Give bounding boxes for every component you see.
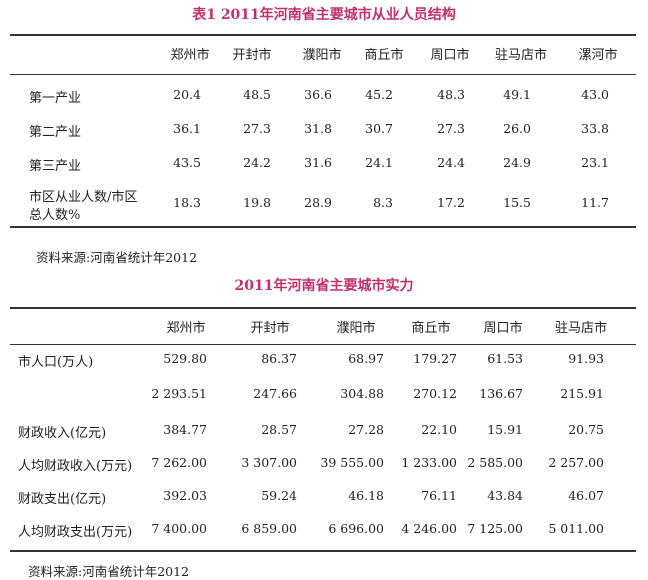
table1-row-label: 第二产业 [29, 125, 82, 140]
table1-cell: 45.2 [365, 87, 393, 102]
table1-bottom-rule [10, 226, 636, 228]
table1-cell: 27.3 [243, 121, 271, 136]
table1-cell: 20.4 [173, 87, 201, 102]
table1-cell: 26.0 [503, 121, 531, 136]
table1-row-label: 第一产业 [29, 91, 82, 106]
table1-cell: 23.1 [581, 155, 609, 170]
table1-row-label: 市区从业人数/市区 [29, 190, 138, 205]
table2-cell: 59.24 [261, 488, 297, 503]
table2-row-label: 财政收入(亿元) [18, 426, 107, 441]
table1-col-header: 周口市 [430, 48, 470, 63]
table1-top-rule [10, 34, 636, 36]
table2-header-rule [10, 344, 636, 345]
table1-cell: 43.5 [173, 155, 201, 170]
table2-cell: 86.37 [261, 351, 297, 366]
table1-cell: 36.6 [304, 87, 332, 102]
table2-cell: 91.93 [568, 351, 604, 366]
table1-col-header: 驻马店市 [494, 48, 547, 63]
table1-row-label: 第三产业 [29, 159, 82, 174]
table2-cell: 43.84 [487, 488, 523, 503]
table1-cell: 24.2 [243, 155, 271, 170]
table2-cell: 2 585.00 [467, 455, 523, 470]
table2-source: 资料来源:河南省统计年2012 [28, 564, 190, 579]
table1-cell: 18.3 [173, 195, 201, 210]
table2-col-header: 商丘市 [411, 321, 451, 336]
table1-cell: 11.7 [581, 195, 609, 210]
table2-col-header: 濮阳市 [336, 321, 376, 336]
table1-row-label: 总人数% [29, 208, 81, 223]
table2-bottom-rule [10, 550, 636, 552]
table2-cell: 7 400.00 [151, 521, 207, 536]
table1-cell: 31.8 [304, 121, 332, 136]
table2-cell: 2 257.00 [548, 455, 604, 470]
table2-col-header: 开封市 [250, 321, 290, 336]
table1-col-header: 濮阳市 [302, 48, 342, 63]
table1-col-header: 漯河市 [578, 48, 618, 63]
table2-col-header: 周口市 [483, 321, 523, 336]
table1-cell: 48.5 [243, 87, 271, 102]
table2-cell: 247.66 [253, 386, 297, 401]
table2-cell: 3 307.00 [241, 455, 297, 470]
table2-cell: 61.53 [487, 351, 523, 366]
table2-cell: 5 011.00 [548, 521, 604, 536]
table2-cell: 215.91 [560, 386, 604, 401]
table2-cell: 6 859.00 [241, 521, 297, 536]
table2-cell: 7 262.00 [151, 455, 207, 470]
table1-cell: 24.1 [365, 155, 393, 170]
table2-cell: 2 293.51 [151, 386, 207, 401]
table2-row-label: 人均财政收入(万元) [18, 459, 133, 474]
table2-cell: 384.77 [163, 422, 207, 437]
table1-cell: 31.6 [304, 155, 332, 170]
table1-cell: 24.9 [503, 155, 531, 170]
table1-cell: 27.3 [437, 121, 465, 136]
table1-cell: 28.9 [304, 195, 332, 210]
table1-cell: 19.8 [243, 195, 271, 210]
table1-source: 资料来源:河南省统计年2012 [36, 250, 198, 265]
table1-cell: 36.1 [173, 121, 201, 136]
table1-cell: 30.7 [365, 121, 393, 136]
table2-cell: 20.75 [568, 422, 604, 437]
table2-cell: 136.67 [479, 386, 523, 401]
table1-col-header: 开封市 [232, 48, 272, 63]
table2-col-header: 驻马店市 [554, 321, 607, 336]
table2-top-rule [10, 307, 636, 309]
table2-cell: 46.07 [568, 488, 604, 503]
table2-col-header: 郑州市 [166, 321, 206, 336]
table2-cell: 28.57 [261, 422, 297, 437]
table2-cell: 15.91 [487, 422, 523, 437]
table1-cell: 8.3 [373, 195, 393, 210]
table1-title: 表1 2011年河南省主要城市从业人员结构 [192, 7, 456, 23]
table1-cell: 49.1 [503, 87, 531, 102]
table1-cell: 48.3 [437, 87, 465, 102]
table1-cell: 24.4 [437, 155, 465, 170]
table1-cell: 17.2 [437, 195, 465, 210]
table2-cell: 392.03 [163, 488, 207, 503]
table1-cell: 33.8 [581, 121, 609, 136]
table2-cell: 529.80 [163, 351, 207, 366]
table2-title: 2011年河南省主要城市实力 [234, 278, 414, 294]
table1-cell: 43.0 [581, 87, 609, 102]
table2-row-label: 市人口(万人) [18, 355, 94, 370]
table1-cell: 15.5 [503, 195, 531, 210]
table2-row-label: 人均财政支出(万元) [18, 525, 133, 540]
table2-row-label: 财政支出(亿元) [18, 492, 107, 507]
table2-cell: 7 125.00 [467, 521, 523, 536]
table1-header-rule [10, 74, 636, 75]
table1-col-header: 郑州市 [170, 48, 210, 63]
table1-col-header: 商丘市 [364, 48, 404, 63]
